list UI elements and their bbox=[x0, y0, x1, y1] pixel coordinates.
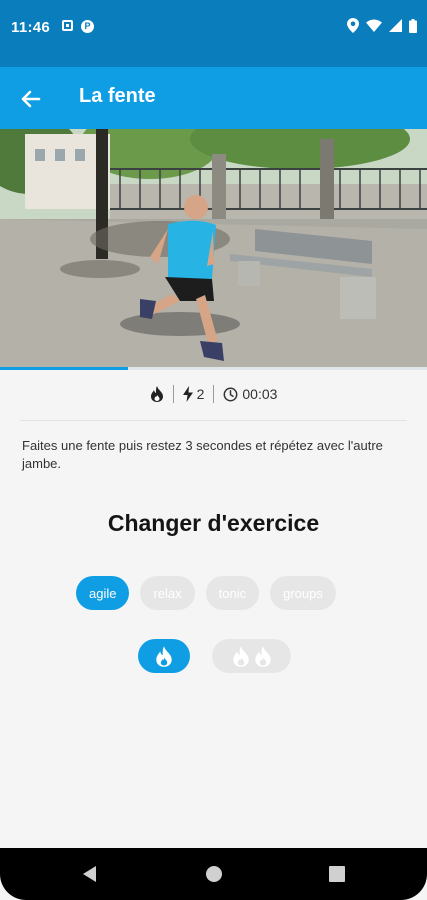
recents-square-icon bbox=[329, 866, 345, 882]
exercise-photo bbox=[0, 129, 427, 369]
flame-icon bbox=[254, 645, 271, 667]
category-chips: agile relax tonic groups bbox=[76, 576, 336, 610]
home-circle-icon bbox=[206, 866, 222, 882]
energy-stat: 2 bbox=[174, 386, 214, 402]
back-button[interactable] bbox=[14, 83, 46, 115]
time-stat: 00:03 bbox=[214, 386, 286, 402]
status-time: 11:46 bbox=[11, 19, 51, 36]
level-1-button[interactable] bbox=[138, 639, 190, 673]
flame-icon bbox=[156, 645, 172, 667]
nav-recents-button[interactable] bbox=[325, 862, 349, 886]
notification-square-icon bbox=[62, 20, 73, 31]
back-triangle-icon bbox=[83, 866, 96, 882]
app-p-icon: P bbox=[81, 20, 94, 33]
chip-agile[interactable]: agile bbox=[76, 576, 130, 610]
wifi-icon bbox=[366, 19, 382, 32]
system-nav-bar bbox=[0, 848, 427, 900]
signal-icon bbox=[389, 19, 402, 32]
nav-home-button[interactable] bbox=[202, 862, 226, 886]
intensity-stat bbox=[141, 386, 173, 402]
arrow-left-icon bbox=[21, 90, 41, 108]
clock-icon bbox=[223, 387, 238, 401]
divider bbox=[20, 420, 407, 421]
battery-icon bbox=[409, 18, 417, 33]
chip-label: agile bbox=[89, 585, 117, 601]
chip-label: relax bbox=[153, 585, 182, 601]
exercise-stats: 2 00:03 bbox=[0, 380, 427, 408]
status-left-icons: P bbox=[62, 20, 94, 33]
chip-groups[interactable]: groups bbox=[270, 576, 336, 610]
time-value: 00:03 bbox=[242, 386, 278, 402]
chip-relax[interactable]: relax bbox=[140, 576, 195, 610]
nav-back-button[interactable] bbox=[78, 862, 102, 886]
flame-icon bbox=[150, 386, 163, 402]
section-title: Changer d'exercice bbox=[107, 510, 320, 536]
level-2-button[interactable] bbox=[212, 639, 291, 673]
status-right-icons bbox=[347, 18, 417, 33]
app-bar: La fente bbox=[0, 67, 427, 129]
exercise-progress bbox=[0, 367, 427, 370]
lightning-icon bbox=[182, 386, 193, 402]
location-icon bbox=[347, 18, 359, 33]
flame-icon bbox=[232, 645, 249, 667]
energy-value: 2 bbox=[196, 386, 205, 402]
exercise-description: Faites une fente puis restez 3 secondes … bbox=[22, 438, 383, 471]
status-bar: 11:46 P bbox=[0, 0, 427, 67]
page-title: La fente bbox=[79, 85, 156, 107]
chip-label: tonic bbox=[218, 585, 247, 601]
chip-label: groups bbox=[283, 585, 323, 601]
chip-tonic[interactable]: tonic bbox=[205, 576, 260, 610]
exercise-image bbox=[0, 129, 427, 369]
level-buttons bbox=[138, 639, 291, 673]
progress-fill bbox=[0, 367, 129, 370]
